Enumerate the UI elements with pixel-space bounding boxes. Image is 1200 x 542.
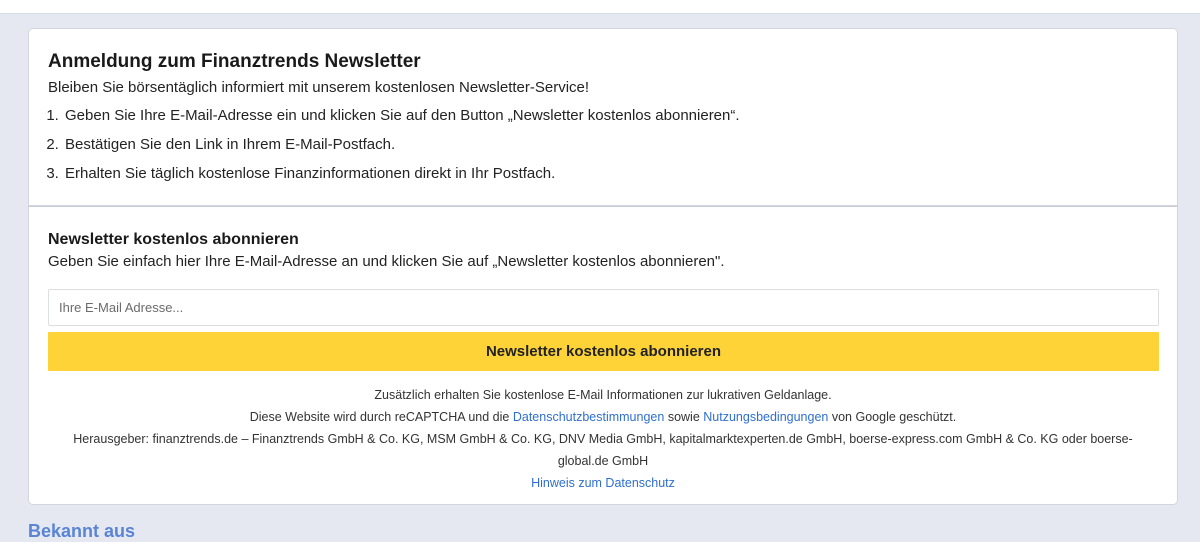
step-item-1: Geben Sie Ihre E-Mail-Adresse ein und kl… [63, 106, 1158, 126]
recaptcha-middle: sowie [667, 410, 700, 424]
fineprint-recaptcha-line: Diese Website wird durch reCAPTCHA und d… [54, 406, 1152, 428]
form-subtitle: Geben Sie einfach hier Ihre E-Mail-Adres… [48, 253, 725, 270]
fineprint: Zusätzlich erhalten Sie kostenlose E-Mai… [48, 384, 1158, 494]
fineprint-info-line: Zusätzlich erhalten Sie kostenlose E-Mai… [374, 388, 832, 402]
step-item-2: Bestätigen Sie den Link in Ihrem E-Mail-… [63, 135, 1158, 155]
intro-title: Anmeldung zum Finanztrends Newsletter [48, 51, 421, 72]
subscribe-button[interactable]: Newsletter kostenlos abonnieren [48, 332, 1159, 371]
recaptcha-prefix: Diese Website wird durch reCAPTCHA und d… [249, 410, 510, 424]
known-from-heading: Bekannt aus [28, 521, 136, 541]
privacy-policy-link[interactable]: Datenschutzbestimmungen [513, 410, 664, 424]
newsletter-form-card: Newsletter kostenlos abonnieren Geben Si… [28, 206, 1178, 505]
newsletter-intro-card: Anmeldung zum Finanztrends Newsletter Bl… [28, 28, 1178, 206]
recaptcha-suffix: von Google geschützt. [831, 410, 957, 424]
form-title: Newsletter kostenlos abonnieren [48, 231, 299, 248]
terms-link[interactable]: Nutzungsbedingungen [703, 410, 828, 424]
steps-list: Geben Sie Ihre E-Mail-Adresse ein und kl… [48, 106, 1158, 184]
publisher-text: Herausgeber: finanztrends.de – Finanztre… [73, 432, 1133, 468]
email-input[interactable] [48, 289, 1159, 326]
top-page-strip [0, 0, 1200, 14]
privacy-notice-link[interactable]: Hinweis zum Datenschutz [531, 476, 675, 490]
intro-subtitle: Bleiben Sie börsentäglich informiert mit… [48, 79, 590, 96]
step-item-3: Erhalten Sie täglich kostenlose Finanzin… [63, 164, 1158, 184]
